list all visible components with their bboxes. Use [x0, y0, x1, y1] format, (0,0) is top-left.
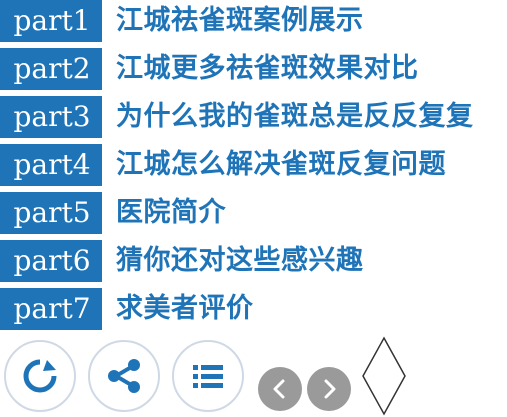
prev-button[interactable] — [258, 367, 302, 411]
menu-item-title: 猜你还对这些感兴趣 — [116, 245, 364, 276]
menu-item-part3[interactable]: part3 为什么我的雀斑总是反反复复 — [0, 96, 507, 138]
next-button[interactable] — [307, 367, 351, 411]
part-label: part6 — [0, 240, 102, 282]
menu-item-part4[interactable]: part4 江城怎么解决雀斑反复问题 — [0, 144, 507, 186]
part-label: part2 — [0, 48, 102, 90]
menu-item-title: 江城祛雀斑案例展示 — [116, 5, 364, 36]
part-label: part7 — [0, 288, 102, 330]
menu-item-title: 江城怎么解决雀斑反复问题 — [116, 149, 446, 180]
menu-item-part1[interactable]: part1 江城祛雀斑案例展示 — [0, 0, 507, 42]
chevron-right-icon — [324, 379, 336, 399]
refresh-button[interactable] — [4, 340, 76, 412]
menu-item-title: 医院简介 — [116, 197, 226, 228]
refresh-icon — [23, 359, 57, 393]
list-icon — [193, 365, 223, 388]
menu-item-title: 求美者评价 — [116, 293, 254, 324]
part-label: part3 — [0, 96, 102, 138]
menu-item-part7[interactable]: part7 求美者评价 — [0, 288, 507, 330]
part-label: part1 — [0, 0, 102, 42]
bottom-controls — [0, 336, 507, 417]
diamond-icon — [362, 336, 406, 416]
chevron-left-icon — [273, 379, 285, 399]
part-label: part5 — [0, 192, 102, 234]
list-button[interactable] — [172, 340, 244, 412]
menu-item-part6[interactable]: part6 猜你还对这些感兴趣 — [0, 240, 507, 282]
menu-item-part5[interactable]: part5 医院简介 — [0, 192, 507, 234]
menu-item-part2[interactable]: part2 江城更多祛雀斑效果对比 — [0, 48, 507, 90]
share-icon — [108, 359, 140, 393]
share-button[interactable] — [88, 340, 160, 412]
menu-item-title: 为什么我的雀斑总是反反复复 — [116, 101, 474, 132]
part-label: part4 — [0, 144, 102, 186]
menu-item-title: 江城更多祛雀斑效果对比 — [116, 53, 419, 84]
